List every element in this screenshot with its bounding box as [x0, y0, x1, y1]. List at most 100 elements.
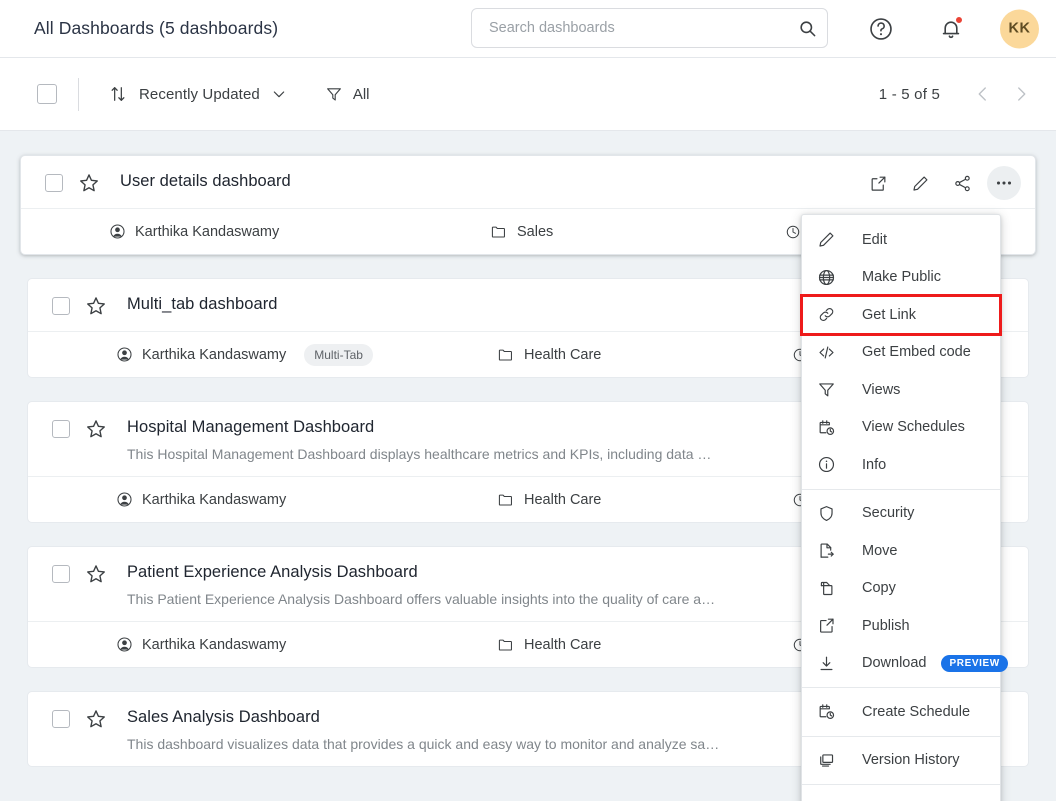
globe-icon: [815, 268, 837, 287]
card-folder-name: Health Care: [524, 347, 601, 363]
menu-item-edit[interactable]: Edit: [802, 221, 1000, 259]
menu-item-label: Create Schedule: [862, 704, 970, 720]
user-circle-icon: [116, 636, 133, 653]
card-folder-name: Health Care: [524, 492, 601, 508]
pagination: 1 - 5 of 5: [879, 77, 1038, 111]
clock-icon: [785, 224, 801, 240]
menu-separator: [802, 489, 1000, 490]
code-icon: [815, 343, 837, 362]
card-title[interactable]: Hospital Management Dashboard: [127, 418, 838, 437]
card-owner: Karthika Kandaswamy: [116, 636, 286, 653]
menu-item-label: Version History: [862, 752, 960, 768]
favorite-star-icon[interactable]: [85, 563, 107, 585]
card-folder: Sales: [490, 223, 553, 240]
menu-item-get-link[interactable]: Get Link: [802, 296, 1000, 334]
menu-item-get-embed-code[interactable]: Get Embed code: [802, 334, 1000, 372]
card-folder: Health Care: [497, 491, 601, 508]
toolbar-divider: [78, 78, 79, 111]
filter-label: All: [353, 86, 370, 103]
card-header: User details dashboard: [21, 156, 1035, 208]
calendar-clock-icon: [815, 418, 837, 437]
card-checkbox[interactable]: [45, 174, 63, 192]
copy-icon: [815, 579, 837, 598]
prev-page-button[interactable]: [966, 77, 1000, 111]
menu-item-make-public[interactable]: Make Public: [802, 259, 1000, 297]
sort-control[interactable]: Recently Updated: [108, 84, 287, 104]
card-owner-name: Karthika Kandaswamy: [142, 637, 286, 653]
menu-item-label: Views: [862, 382, 900, 398]
edit-button[interactable]: [903, 166, 937, 200]
card-description: This dashboard visualizes data that prov…: [127, 736, 838, 752]
card-checkbox[interactable]: [52, 297, 70, 315]
folder-icon: [497, 491, 514, 508]
card-folder: Health Care: [497, 636, 601, 653]
menu-item-label: Move: [862, 543, 897, 559]
pencil-icon: [815, 230, 837, 249]
card-checkbox[interactable]: [52, 565, 70, 583]
open-in-new-icon: [869, 174, 888, 193]
favorite-star-icon[interactable]: [85, 708, 107, 730]
card-actions: [861, 166, 1021, 200]
menu-item-security[interactable]: Security: [802, 495, 1000, 533]
search-box[interactable]: [471, 8, 828, 48]
menu-item-label: Make Public: [862, 269, 941, 285]
filter-control[interactable]: All: [325, 85, 370, 103]
menu-item-version-history[interactable]: Version History: [802, 742, 1000, 780]
user-circle-icon: [116, 346, 133, 363]
search-button[interactable]: [787, 9, 827, 47]
list-toolbar: Recently Updated All 1 - 5 of 5: [0, 58, 1056, 131]
shield-icon: [815, 504, 837, 523]
card-title[interactable]: Multi_tab dashboard: [127, 295, 838, 314]
help-button[interactable]: [864, 12, 898, 46]
favorite-star-icon[interactable]: [85, 295, 107, 317]
menu-item-copy[interactable]: Copy: [802, 570, 1000, 608]
download-icon: [815, 654, 837, 673]
card-title[interactable]: User details dashboard: [120, 172, 845, 191]
help-circle-icon: [868, 16, 894, 42]
avatar[interactable]: KK: [1000, 9, 1039, 48]
card-title[interactable]: Sales Analysis Dashboard: [127, 708, 838, 727]
menu-item-delete[interactable]: Delete: [802, 790, 1000, 801]
menu-item-download[interactable]: DownloadPREVIEW: [802, 645, 1000, 683]
card-checkbox[interactable]: [52, 710, 70, 728]
app-header: All Dashboards (5 dashboards): [0, 0, 1056, 58]
favorite-star-icon[interactable]: [85, 418, 107, 440]
menu-item-publish[interactable]: Publish: [802, 607, 1000, 645]
menu-item-label: Download: [862, 655, 927, 671]
link-icon: [815, 305, 837, 324]
next-page-button[interactable]: [1004, 77, 1038, 111]
search-input[interactable]: [472, 20, 787, 36]
menu-item-create-schedule[interactable]: Create Schedule: [802, 693, 1000, 731]
menu-separator: [802, 736, 1000, 737]
card-owner-name: Karthika Kandaswamy: [142, 492, 286, 508]
menu-item-label: View Schedules: [862, 419, 965, 435]
calendar-clock-icon: [815, 702, 837, 721]
menu-item-label: Security: [862, 505, 914, 521]
card-owner: Karthika KandaswamyMulti-Tab: [116, 344, 373, 366]
card-owner-name: Karthika Kandaswamy: [135, 224, 279, 240]
user-circle-icon: [116, 491, 133, 508]
menu-item-move[interactable]: Move: [802, 532, 1000, 570]
favorite-star-icon[interactable]: [78, 172, 100, 194]
more-options-button[interactable]: [987, 166, 1021, 200]
more-horizontal-icon: [994, 173, 1014, 193]
menu-separator: [802, 784, 1000, 785]
pagination-count: 1 - 5 of 5: [879, 86, 940, 103]
chevron-left-icon: [974, 85, 992, 103]
share-button[interactable]: [945, 166, 979, 200]
open-in-new-button[interactable]: [861, 166, 895, 200]
card-description: This Hospital Management Dashboard displ…: [127, 446, 838, 462]
notification-unread-dot: [955, 16, 963, 24]
pencil-icon: [911, 174, 930, 193]
card-description: This Patient Experience Analysis Dashboa…: [127, 591, 838, 607]
card-checkbox[interactable]: [52, 420, 70, 438]
select-all-checkbox[interactable]: [37, 84, 57, 104]
card-owner-name: Karthika Kandaswamy: [142, 347, 286, 363]
menu-item-info[interactable]: Info: [802, 446, 1000, 484]
funnel-icon: [815, 380, 837, 399]
menu-item-view-schedules[interactable]: View Schedules: [802, 409, 1000, 447]
menu-item-views[interactable]: Views: [802, 371, 1000, 409]
menu-item-label: Publish: [862, 618, 910, 634]
notifications-button[interactable]: [934, 12, 968, 46]
card-title[interactable]: Patient Experience Analysis Dashboard: [127, 563, 838, 582]
